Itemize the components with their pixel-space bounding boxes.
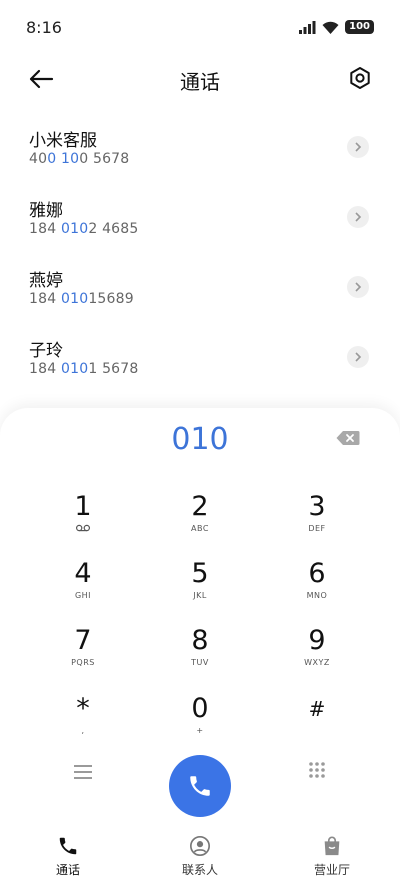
status-time: 8:16 xyxy=(26,18,62,37)
chevron-right-icon xyxy=(355,142,362,152)
settings-gear-icon[interactable] xyxy=(348,66,372,90)
contact-name: 雅娜 xyxy=(29,201,63,221)
contact-detail-button[interactable] xyxy=(347,346,369,368)
voicemail-icon xyxy=(76,524,91,532)
contact-row[interactable]: 小米客服 400 100 5678 xyxy=(0,112,400,182)
app-header: 通话 xyxy=(0,56,400,102)
dial-key-0[interactable]: 0 + xyxy=(155,694,245,752)
contact-number: 184 01015689 xyxy=(29,291,134,307)
tab-store[interactable]: 营业厅 xyxy=(282,835,382,878)
call-button[interactable] xyxy=(169,755,231,817)
phone-icon xyxy=(190,776,210,796)
contact-row[interactable]: 子玲 184 0101 5678 xyxy=(0,322,400,392)
contacts-person-icon xyxy=(190,836,210,856)
tab-contacts-label: 联系人 xyxy=(181,863,218,877)
contact-row[interactable]: 燕婷 184 01015689 xyxy=(0,252,400,322)
dialpad-panel: 010 1 2 ABC 3 DEF 4 GHI 5 JKL 6 MNO 7 PQ… xyxy=(0,408,400,889)
dial-key-6[interactable]: 6 MNO xyxy=(272,559,362,617)
signal-icon xyxy=(299,20,316,34)
contact-name: 子玲 xyxy=(29,341,63,361)
dial-key-1[interactable]: 1 xyxy=(38,492,128,550)
contact-detail-button[interactable] xyxy=(347,206,369,228)
contact-number: 184 0101 5678 xyxy=(29,361,139,377)
contact-number: 184 0102 4685 xyxy=(29,221,139,237)
dial-key-9[interactable]: 9 WXYZ xyxy=(272,626,362,684)
phone-icon xyxy=(59,837,77,855)
dial-key-5[interactable]: 5 JKL xyxy=(155,559,245,617)
dial-key-3[interactable]: 3 DEF xyxy=(272,492,362,550)
contact-suggestions-list: 小米客服 400 100 5678 雅娜 184 0102 4685 燕婷 18… xyxy=(0,112,400,392)
wifi-icon xyxy=(322,21,339,34)
contact-detail-button[interactable] xyxy=(347,276,369,298)
contact-name: 燕婷 xyxy=(29,271,63,291)
dial-key-star[interactable]: * , xyxy=(38,694,128,752)
contact-name: 小米客服 xyxy=(29,131,97,151)
status-icons: 100 xyxy=(299,20,374,34)
chevron-right-icon xyxy=(355,212,362,222)
status-bar: 8:16 100 xyxy=(0,0,400,56)
dial-key-2[interactable]: 2 ABC xyxy=(155,492,245,550)
battery-icon: 100 xyxy=(345,20,374,34)
dial-key-8[interactable]: 8 TUV xyxy=(155,626,245,684)
contact-row[interactable]: 雅娜 184 0102 4685 xyxy=(0,182,400,252)
dial-key-hash[interactable]: # xyxy=(272,694,362,752)
backspace-icon[interactable] xyxy=(336,430,360,446)
dial-key-4[interactable]: 4 GHI xyxy=(38,559,128,617)
dial-key-7[interactable]: 7 PQRS xyxy=(38,626,128,684)
menu-icon[interactable] xyxy=(74,764,92,780)
tab-calls[interactable]: 通话 xyxy=(18,835,118,878)
tab-calls-label: 通话 xyxy=(55,863,80,877)
tab-contacts[interactable]: 联系人 xyxy=(150,835,250,878)
shopping-bag-icon xyxy=(324,836,340,856)
dialpad-toggle-icon[interactable] xyxy=(308,761,326,779)
contact-detail-button[interactable] xyxy=(347,136,369,158)
page-title: 通话 xyxy=(180,70,220,94)
chevron-right-icon xyxy=(355,352,362,362)
tab-store-label: 营业厅 xyxy=(313,863,350,877)
chevron-right-icon xyxy=(355,282,362,292)
contact-number: 400 100 5678 xyxy=(29,151,130,167)
bottom-navigation: 通话 联系人 营业厅 xyxy=(0,823,400,889)
